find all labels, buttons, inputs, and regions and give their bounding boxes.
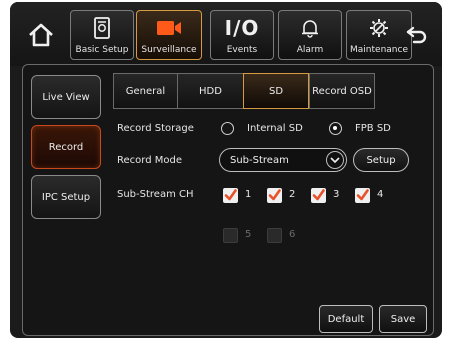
- tab-alarm-label: Alarm: [296, 45, 324, 55]
- tab-general[interactable]: General: [113, 73, 177, 109]
- record-mode-value: Sub-Stream: [230, 154, 289, 166]
- channel-4-checkbox[interactable]: [355, 188, 370, 203]
- channel-3-checkbox[interactable]: [311, 188, 326, 203]
- default-button-label: Default: [327, 313, 365, 325]
- tab-basic-setup[interactable]: Basic Setup: [70, 10, 134, 60]
- save-button[interactable]: Save: [379, 305, 427, 333]
- tab-record-osd-label: Record OSD: [312, 85, 372, 97]
- checkmark-icon: [312, 189, 325, 201]
- channel-1-label: 1: [245, 189, 252, 200]
- channel-2-checkbox[interactable]: [267, 188, 282, 203]
- camera-icon: [157, 21, 181, 35]
- top-nav: Basic Setup Surveillance I/O Events Alar…: [10, 2, 442, 66]
- fpb-sd-label: FPB SD: [355, 123, 391, 134]
- channel-5-checkbox[interactable]: [223, 228, 238, 243]
- sidebar-item-live-view[interactable]: Live View: [31, 75, 101, 119]
- home-icon: [29, 23, 53, 47]
- back-arrow-icon: [406, 26, 427, 44]
- checkmark-icon: [224, 189, 237, 201]
- setup-button-label: Setup: [366, 154, 396, 166]
- sidebar-item-label: IPC Setup: [41, 191, 91, 203]
- tab-surveillance[interactable]: Surveillance: [136, 10, 202, 60]
- record-mode-setup-button[interactable]: Setup: [353, 148, 409, 172]
- channel-6-label: 6: [289, 229, 296, 240]
- tab-maintenance-label: Maintenance: [350, 45, 408, 55]
- record-mode-label: Record Mode: [117, 155, 182, 166]
- tab-record-osd[interactable]: Record OSD: [309, 73, 375, 109]
- chevron-down-icon: [326, 151, 344, 169]
- channel-1-checkbox[interactable]: [223, 188, 238, 203]
- channel-3-label: 3: [333, 189, 340, 200]
- record-storage-label: Record Storage: [117, 123, 194, 134]
- sidebar-item-record[interactable]: Record: [31, 125, 101, 169]
- tab-sd-label: SD: [268, 85, 284, 97]
- tab-general-label: General: [125, 85, 166, 97]
- channel-6-checkbox[interactable]: [267, 228, 282, 243]
- io-icon: I/O: [224, 16, 260, 40]
- tab-surveillance-label: Surveillance: [141, 45, 197, 55]
- back-button[interactable]: [404, 22, 430, 48]
- tab-hdd[interactable]: HDD: [177, 73, 243, 109]
- sidebar-item-label: Record: [48, 141, 84, 153]
- channel-2-label: 2: [289, 189, 296, 200]
- substream-ch-label: Sub-Stream CH: [117, 189, 194, 200]
- settings-panel: Live View Record IPC Setup General HDD S…: [22, 64, 434, 336]
- tab-events[interactable]: I/O Events: [210, 10, 274, 60]
- checkmark-icon: [268, 189, 281, 201]
- dvr-window: Basic Setup Surveillance I/O Events Alar…: [10, 2, 442, 338]
- tab-basic-setup-label: Basic Setup: [75, 45, 129, 55]
- save-button-label: Save: [390, 313, 416, 325]
- tab-hdd-label: HDD: [199, 85, 222, 97]
- internal-sd-radio[interactable]: [221, 122, 234, 135]
- sidebar-item-ipc-setup[interactable]: IPC Setup: [31, 175, 101, 219]
- tab-alarm[interactable]: Alarm: [278, 10, 342, 60]
- channel-4-label: 4: [377, 189, 384, 200]
- sidebar-item-label: Live View: [42, 91, 90, 103]
- internal-sd-label: Internal SD: [247, 123, 303, 134]
- gear-wrench-icon: [370, 19, 388, 37]
- document-icon: [94, 17, 110, 39]
- channel-5-label: 5: [245, 229, 252, 240]
- tab-events-label: Events: [226, 45, 258, 55]
- bell-icon: [302, 20, 318, 38]
- checkmark-icon: [356, 189, 369, 201]
- tab-maintenance[interactable]: Maintenance: [346, 10, 412, 60]
- record-mode-select[interactable]: Sub-Stream: [219, 148, 347, 172]
- home-button[interactable]: [26, 20, 56, 50]
- tab-sd[interactable]: SD: [243, 73, 309, 109]
- record-subtabs: General HDD SD Record OSD: [113, 73, 375, 109]
- default-button[interactable]: Default: [319, 305, 373, 333]
- fpb-sd-radio[interactable]: [329, 122, 342, 135]
